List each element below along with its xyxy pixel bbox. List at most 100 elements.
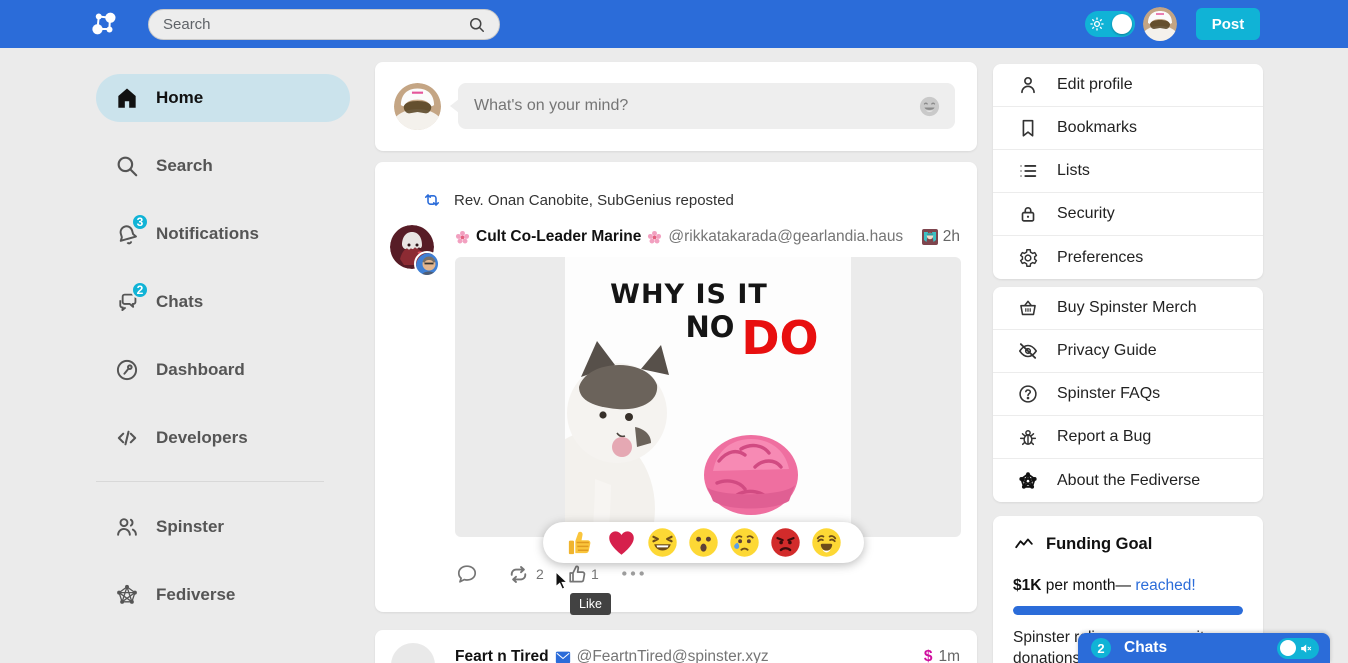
search-icon[interactable] (467, 15, 487, 35)
meme-image: WHY IS IT NO DO (565, 257, 851, 537)
funding-status-line: $1K per month— reached! (1013, 577, 1243, 595)
menu-item-merch[interactable]: Buy Spinster Merch (993, 287, 1263, 330)
reaction-picker (543, 522, 864, 563)
chats-toggle-knob (1280, 640, 1296, 656)
flower-emoji (455, 230, 470, 245)
sidebar-item-developers[interactable]: Developers (96, 414, 350, 462)
reaction-crying-icon[interactable] (729, 527, 760, 558)
repost-button[interactable] (506, 562, 531, 587)
lock-icon (1017, 203, 1039, 225)
next-post-handle[interactable]: @FeartnTired@spinster.xyz (577, 648, 769, 663)
funding-progress-bar (1013, 606, 1243, 615)
comment-button[interactable] (455, 562, 479, 586)
people-icon (114, 514, 140, 540)
reaction-heart-icon[interactable] (606, 527, 637, 558)
next-post-card: Feart n Tired @FeartnTired@spinster.xyz … (375, 630, 977, 663)
reposter-avatar[interactable] (414, 251, 440, 277)
dashboard-icon (114, 357, 140, 383)
sidebar-item-fediverse[interactable]: Fediverse (96, 571, 350, 619)
funding-reached-link[interactable]: reached! (1135, 577, 1195, 594)
post-button[interactable]: Post (1196, 8, 1260, 40)
person-icon (1017, 74, 1039, 96)
post-author-name[interactable]: Cult Co-Leader Marine (476, 228, 641, 246)
sidebar-item-notifications[interactable]: 3 Notifications (96, 210, 350, 258)
repost-icon (422, 190, 442, 210)
composer-card (375, 62, 977, 151)
spinster-logo-icon[interactable] (90, 9, 120, 39)
eye-off-icon (1017, 340, 1039, 362)
sidebar-item-search[interactable]: Search (96, 142, 350, 190)
post-timestamp[interactable]: 2h (943, 228, 960, 246)
envelope-emoji (555, 651, 571, 663)
emoji-picker-icon[interactable] (918, 95, 941, 118)
chats-bar-label: Chats (1124, 639, 1167, 657)
reaction-surprised-icon[interactable] (688, 527, 719, 558)
funding-amount: $1K (1013, 577, 1041, 594)
next-post-timestamp[interactable]: 1m (938, 648, 960, 663)
more-options-button[interactable] (620, 568, 646, 579)
menu-item-security[interactable]: Security (993, 193, 1263, 236)
post-actions: 2 1 (375, 562, 977, 592)
reaction-angry-icon[interactable] (770, 527, 801, 558)
reaction-thumbs-up-icon[interactable] (565, 527, 596, 558)
meme-line3: DO (741, 311, 818, 365)
reaction-weary-icon[interactable] (811, 527, 842, 558)
question-circle-icon (1017, 383, 1039, 405)
sidebar-item-chats[interactable]: 2 Chats (96, 278, 350, 326)
sidebar-item-spinster[interactable]: Spinster (96, 503, 350, 551)
menu-item-about-fediverse[interactable]: About the Fediverse (993, 459, 1263, 502)
fediverse-filled-icon (1017, 470, 1039, 492)
composer-avatar[interactable] (394, 83, 441, 130)
funding-title: Funding Goal (1046, 535, 1152, 554)
menu-item-privacy-guide[interactable]: Privacy Guide (993, 330, 1263, 373)
gear-icon (1017, 247, 1039, 269)
sidebar-item-home[interactable]: Home (96, 74, 350, 122)
post-author-handle[interactable]: @rikkatakarada@gearlandia.haus (668, 228, 903, 246)
sidebar-divider (96, 481, 324, 482)
notifications-badge: 3 (131, 213, 149, 231)
post-image[interactable]: WHY IS IT NO DO (455, 257, 961, 537)
chats-bar[interactable]: 2 Chats (1078, 633, 1330, 663)
meme-line1: WHY IS IT (610, 279, 768, 310)
like-tooltip: Like (570, 593, 611, 615)
next-post-author-name[interactable]: Feart n Tired (455, 648, 549, 663)
chats-badge: 2 (131, 281, 149, 299)
home-icon (114, 85, 140, 111)
mouse-cursor (555, 571, 573, 591)
like-count[interactable]: 1 (591, 566, 599, 582)
repost-context[interactable]: Rev. Onan Canobite, SubGenius reposted (422, 190, 734, 210)
next-post-avatar[interactable] (391, 643, 435, 663)
links-menu: Buy Spinster Merch Privacy Guide Spinste… (993, 287, 1263, 502)
menu-item-bookmarks[interactable]: Bookmarks (993, 107, 1263, 150)
search-input[interactable] (163, 16, 467, 33)
search-bar (148, 9, 500, 40)
sidebar-item-dashboard[interactable]: Dashboard (96, 346, 350, 394)
sun-icon (1088, 15, 1106, 33)
list-icon (1017, 160, 1039, 182)
meme-line2: NO (686, 310, 735, 344)
user-avatar[interactable] (1143, 7, 1177, 41)
flower-emoji (647, 230, 662, 245)
chats-mute-toggle[interactable] (1277, 638, 1319, 659)
money-custom-emoji: $ (924, 648, 933, 663)
menu-item-edit-profile[interactable]: Edit profile (993, 64, 1263, 107)
basket-icon (1017, 297, 1039, 319)
theme-toggle[interactable] (1085, 11, 1135, 37)
next-post-header: Feart n Tired @FeartnTired@spinster.xyz … (455, 648, 960, 663)
bug-icon (1017, 426, 1039, 448)
menu-item-lists[interactable]: Lists (993, 150, 1263, 193)
menu-item-report-bug[interactable]: Report a Bug (993, 416, 1263, 459)
compose-field-wrap (458, 83, 955, 129)
theme-toggle-knob (1112, 14, 1132, 34)
menu-item-faqs[interactable]: Spinster FAQs (993, 373, 1263, 416)
profile-menu: Edit profile Bookmarks Lists Security Pr… (993, 64, 1263, 279)
repost-count[interactable]: 2 (536, 566, 544, 582)
reaction-laughing-icon[interactable] (647, 527, 678, 558)
chart-icon (1013, 533, 1035, 555)
chats-icon: 2 (114, 289, 140, 315)
miku-custom-emoji (922, 229, 938, 245)
menu-item-preferences[interactable]: Preferences (993, 236, 1263, 279)
fediverse-icon (114, 582, 140, 608)
compose-input[interactable] (474, 97, 918, 115)
spinster-home-page: { "header": { "search_placeholder": "Sea… (0, 0, 1348, 663)
